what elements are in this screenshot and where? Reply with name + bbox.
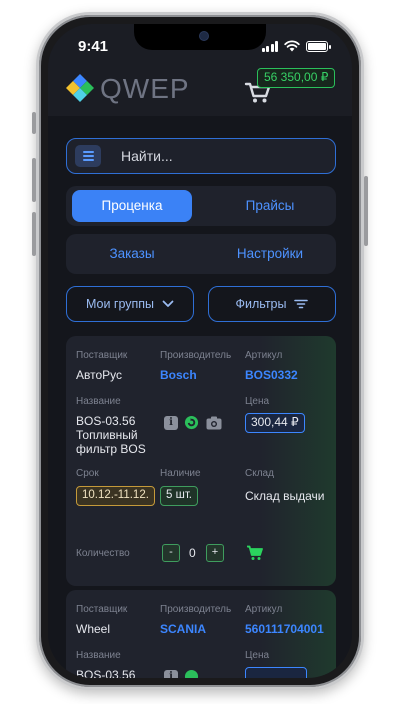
info-icon[interactable]: i [164, 670, 178, 678]
article-link[interactable]: BOS0332 [245, 368, 298, 382]
filters-button[interactable]: Фильтры [208, 286, 336, 322]
stock-badge: 5 шт. [160, 486, 199, 506]
search-bar [66, 138, 336, 174]
logo-icon [66, 74, 94, 102]
tabs-row-2: Заказы Настройки [66, 234, 336, 274]
chevron-down-icon [162, 300, 174, 307]
price-label: Цена [245, 396, 270, 407]
volume-up-button [32, 158, 36, 202]
tab-orders[interactable]: Заказы [72, 238, 192, 270]
tab-price-lists[interactable]: Прайсы [210, 190, 330, 222]
app-header: QWEP 56 350,00 ₽ [48, 68, 352, 116]
filter-icon [294, 299, 309, 309]
camera-icon[interactable] [206, 416, 222, 430]
product-name: BOS-03.56 [76, 668, 136, 678]
main-content: Проценка Прайсы Заказы Настройки Мои гру… [48, 116, 352, 678]
quantity-value[interactable]: 0 [189, 546, 196, 560]
delivery-term-badge: 10.12.-11.12. [76, 486, 155, 506]
volume-down-button [32, 212, 36, 256]
filters-label: Фильтры [235, 297, 287, 311]
name-label: Название [76, 650, 121, 661]
tab-settings[interactable]: Настройки [210, 238, 330, 270]
menu-icon-line [82, 159, 94, 161]
price-value[interactable]: 300,44 ₽ [245, 413, 305, 433]
brand-label: Производитель [160, 604, 232, 615]
brand-name: QWEP [100, 73, 190, 104]
eco-icon[interactable] [184, 669, 199, 678]
quantity-label: Количество [76, 548, 130, 559]
warehouse-label: Склад [245, 468, 274, 479]
my-groups-button[interactable]: Мои группы [66, 286, 194, 322]
add-to-cart-icon[interactable] [246, 545, 264, 561]
tab-pricing[interactable]: Проценка [72, 190, 192, 222]
menu-icon-line [82, 151, 94, 153]
battery-icon [306, 41, 331, 52]
camera-icon [200, 32, 208, 40]
menu-icon-line [82, 155, 94, 157]
quantity-plus-button[interactable]: + [206, 544, 224, 562]
term-label: Срок [76, 468, 99, 479]
article-label: Артикул [245, 604, 283, 615]
wifi-icon [284, 40, 300, 52]
search-input[interactable] [121, 139, 321, 172]
tabs-row-1: Проценка Прайсы [66, 186, 336, 226]
article-link[interactable]: 560111704001 [245, 622, 324, 636]
name-label: Название [76, 396, 121, 407]
price-label: Цена [245, 650, 270, 661]
signal-icon [261, 41, 278, 52]
notch [134, 24, 266, 50]
supplier-label: Поставщик [76, 604, 128, 615]
info-icon[interactable]: i [164, 416, 178, 430]
product-name: BOS-03.56 Топливный фильтр BOS [76, 414, 146, 456]
stock-label: Наличие [160, 468, 201, 479]
result-card: Поставщик Производитель Артикул Wheel SC… [66, 590, 336, 678]
brand-label: Производитель [160, 350, 232, 361]
quantity-minus-button[interactable]: - [162, 544, 180, 562]
status-icons [261, 40, 331, 52]
balance-badge[interactable]: 56 350,00 ₽ [257, 68, 336, 88]
supplier-value: АвтоРус [76, 368, 123, 382]
result-card: Поставщик Производитель Артикул АвтоРус … [66, 336, 336, 586]
brand-link[interactable]: Bosch [160, 368, 197, 382]
menu-button[interactable] [75, 145, 101, 167]
warehouse-value: Склад выдачи [245, 489, 325, 503]
eco-icon[interactable] [184, 415, 199, 430]
mute-switch [32, 112, 36, 134]
price-box[interactable] [245, 667, 307, 678]
supplier-label: Поставщик [76, 350, 128, 361]
phone-screen: 9:41 QWEP 56 350,00 ₽ Найти... Проценка … [48, 24, 352, 678]
brand-link[interactable]: SCANIA [160, 622, 206, 636]
my-groups-label: Мои группы [85, 297, 155, 311]
article-label: Артикул [245, 350, 283, 361]
power-button [364, 176, 368, 246]
status-time: 9:41 [78, 38, 109, 55]
supplier-value: Wheel [76, 622, 111, 636]
